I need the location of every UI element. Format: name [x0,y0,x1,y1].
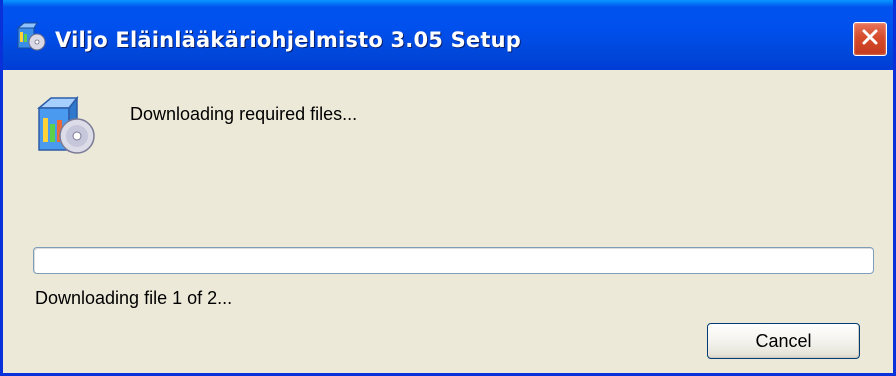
download-status-text: Downloading file 1 of 2... [35,288,233,308]
setup-window: Viljo Eläinlääkäriohjelmisto 3.05 Setup [0,0,896,376]
status-heading: Downloading required files... [130,104,358,124]
dialog-body: Downloading required files... Downloadin… [3,70,893,373]
window-title: Viljo Eläinlääkäriohjelmisto 3.05 Setup [55,28,521,52]
close-icon [859,26,881,53]
cancel-button[interactable]: Cancel [707,323,860,359]
download-progress-bar [33,247,874,274]
setup-package-icon [31,90,101,160]
setup-installer-icon [15,22,47,52]
close-button[interactable] [853,22,887,56]
title-bar[interactable]: Viljo Eläinlääkäriohjelmisto 3.05 Setup [3,0,893,70]
